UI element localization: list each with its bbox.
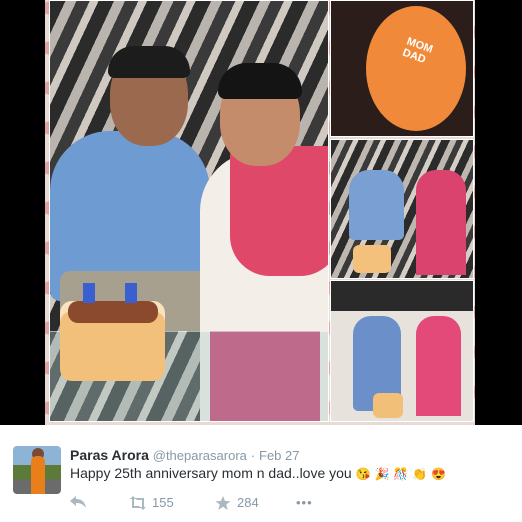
tweet-date[interactable]: Feb 27 bbox=[259, 448, 299, 463]
kiss-emoji: 😘 bbox=[355, 467, 371, 481]
retweet-icon bbox=[130, 495, 146, 510]
woman-figure-small bbox=[416, 316, 461, 416]
tweet-media-collage[interactable]: MOM DAD bbox=[0, 0, 522, 425]
tweet-text-line: Happy 25th anniversary mom n dad..love y… bbox=[70, 465, 446, 481]
display-name[interactable]: Paras Arora bbox=[70, 447, 149, 463]
tweet-card: Paras Arora @theparasarora · Feb 27 Happ… bbox=[0, 425, 522, 522]
man-figure-small bbox=[349, 170, 404, 240]
woman-dupatta bbox=[230, 146, 328, 276]
favorite-count: 284 bbox=[237, 495, 259, 510]
retweet-button[interactable]: 155 bbox=[130, 495, 174, 510]
retweet-count: 155 bbox=[152, 495, 174, 510]
star-icon bbox=[215, 495, 231, 510]
woman-hair bbox=[218, 63, 302, 99]
favorite-button[interactable]: 284 bbox=[215, 495, 259, 510]
cake-small bbox=[373, 393, 403, 418]
separator: · bbox=[250, 448, 256, 463]
reply-button[interactable] bbox=[70, 495, 86, 509]
candle-5 bbox=[125, 283, 137, 303]
woman-figure-small bbox=[416, 170, 466, 275]
more-icon: ••• bbox=[296, 495, 313, 510]
tweet-text: Happy 25th anniversary mom n dad..love y… bbox=[70, 465, 352, 481]
confetti-ball-emoji: 🎊 bbox=[393, 467, 409, 481]
heart-eyes-emoji: 😍 bbox=[430, 467, 446, 481]
cake-topping bbox=[68, 301, 158, 323]
party-popper-emoji: 🎉 bbox=[374, 467, 390, 481]
man-hair bbox=[108, 46, 190, 78]
cake-small bbox=[353, 245, 391, 273]
candle-2 bbox=[83, 283, 95, 303]
reply-icon bbox=[70, 496, 86, 508]
tweet-header: Paras Arora @theparasarora · Feb 27 bbox=[70, 447, 300, 463]
photo-feeding-cake[interactable] bbox=[330, 139, 474, 279]
user-handle[interactable]: @theparasarora bbox=[153, 448, 247, 463]
photo-cake-closeup[interactable]: MOM DAD bbox=[330, 0, 474, 137]
more-button[interactable]: ••• bbox=[296, 495, 313, 510]
photo-couple-seated[interactable] bbox=[330, 280, 474, 422]
avatar-person bbox=[31, 456, 45, 494]
photo-main-cake-cutting[interactable] bbox=[49, 0, 329, 422]
clapping-hands-emoji: 👏 bbox=[412, 467, 428, 481]
avatar[interactable] bbox=[13, 446, 61, 494]
